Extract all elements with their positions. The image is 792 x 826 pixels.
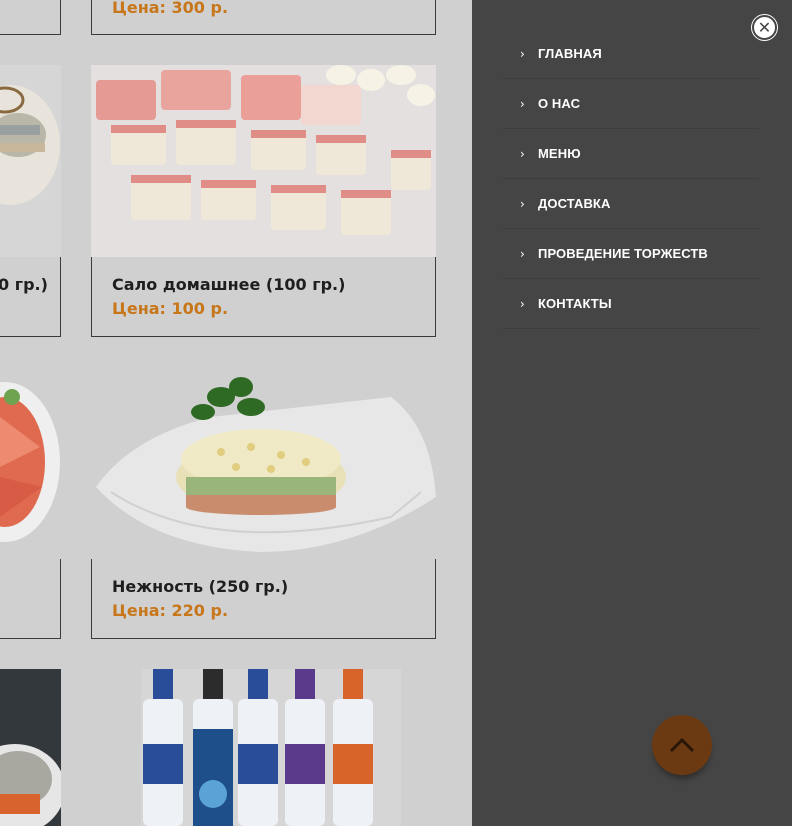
chevron-up-icon [669, 737, 695, 753]
menu-item-home[interactable]: › ГЛАВНАЯ [503, 29, 759, 79]
chevron-right-icon: › [520, 146, 525, 161]
menu-item-label: ДОСТАВКА [538, 196, 611, 211]
menu-item-label: КОНТАКТЫ [538, 296, 612, 311]
chevron-right-icon: › [520, 46, 525, 61]
chevron-right-icon: › [520, 196, 525, 211]
menu-item-menu[interactable]: › МЕНЮ [503, 129, 759, 179]
product-grid: Цена: 300 р. 0 гр.) Сало домашнее (100 г… [0, 0, 472, 826]
chevron-right-icon: › [520, 246, 525, 261]
side-menu-drawer: ✕ › ГЛАВНАЯ › О НАС › МЕНЮ › ДОСТАВКА › … [472, 0, 792, 826]
menu-item-about[interactable]: › О НАС [503, 79, 759, 129]
menu-item-label: ГЛАВНАЯ [538, 46, 602, 61]
menu-item-label: ПРОВЕДЕНИЕ ТОРЖЕСТВ [538, 246, 708, 261]
close-icon: ✕ [757, 17, 772, 37]
menu-item-label: О НАС [538, 96, 581, 111]
menu-item-delivery[interactable]: › ДОСТАВКА [503, 179, 759, 229]
menu-item-contacts[interactable]: › КОНТАКТЫ [503, 279, 759, 329]
page-overlay[interactable] [0, 0, 472, 826]
chevron-right-icon: › [520, 296, 525, 311]
scroll-to-top-button[interactable] [652, 715, 712, 775]
chevron-right-icon: › [520, 96, 525, 111]
nav-menu: › ГЛАВНАЯ › О НАС › МЕНЮ › ДОСТАВКА › ПР… [503, 29, 759, 329]
menu-item-events[interactable]: › ПРОВЕДЕНИЕ ТОРЖЕСТВ [503, 229, 759, 279]
menu-item-label: МЕНЮ [538, 146, 581, 161]
